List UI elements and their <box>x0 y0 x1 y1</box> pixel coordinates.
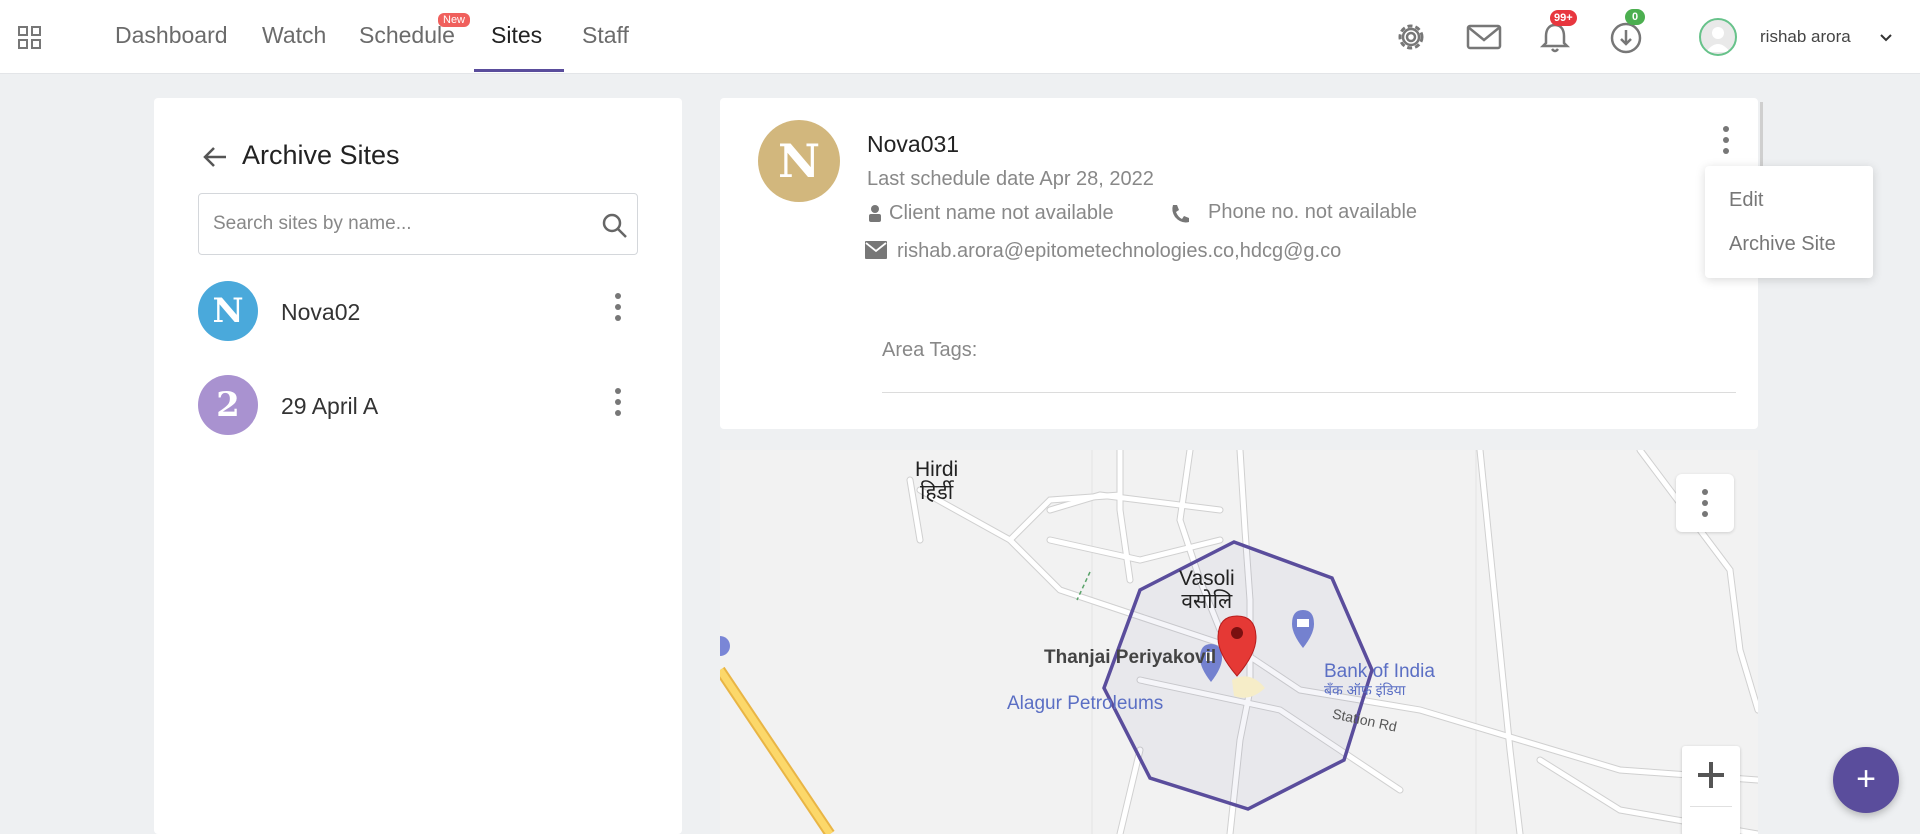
map-label-text: Vasoli <box>1179 567 1235 590</box>
map-label-text: Hirdi <box>915 458 959 481</box>
map-label-text: वसोलि <box>1181 590 1233 613</box>
map-canvas <box>720 450 1758 834</box>
nav-watch[interactable]: Watch <box>262 22 326 49</box>
map-label-temple[interactable]: Thanjai Periyakovil <box>1044 647 1216 669</box>
email-addresses: rishab.arora@epitometechnologies.co,hdcg… <box>897 240 1342 262</box>
user-name[interactable]: rishab arora <box>1760 27 1851 47</box>
map-label-text: हिर्डी <box>919 481 954 504</box>
more-options-icon[interactable] <box>613 292 623 322</box>
divider <box>1690 806 1732 807</box>
site-avatar: N <box>198 281 258 341</box>
site-avatar: N <box>758 120 840 202</box>
menu-item-edit[interactable]: Edit <box>1729 189 1763 212</box>
mail-icon[interactable] <box>1464 17 1504 57</box>
list-item[interactable]: N Nova02 <box>198 281 638 345</box>
map-label-vasoli: Vasoli वसोलि <box>1179 567 1235 613</box>
chevron-down-icon[interactable] <box>1878 30 1894 46</box>
more-options-icon[interactable] <box>613 387 623 417</box>
search-box <box>198 193 638 255</box>
map-label-hirdi: Hirdi हिर्डी <box>915 458 958 504</box>
search-icon[interactable] <box>601 212 629 240</box>
divider <box>882 392 1736 393</box>
map-label-text: बँक ऑफ इंडिया <box>1324 682 1406 698</box>
map-label-text: Bank of India <box>1324 661 1435 682</box>
user-avatar[interactable] <box>1699 18 1737 56</box>
search-input[interactable] <box>213 210 583 238</box>
envelope-icon <box>865 241 887 259</box>
new-badge: New <box>438 13 471 27</box>
more-options-icon <box>1702 489 1708 517</box>
menu-item-archive-site[interactable]: Archive Site <box>1729 233 1836 256</box>
scrollbar[interactable] <box>1760 102 1763 170</box>
nav-sites[interactable]: Sites <box>491 22 542 49</box>
user-silhouette-icon <box>1706 27 1730 52</box>
download-count-badge: 0 <box>1625 9 1645 25</box>
last-schedule-date: Last schedule date Apr 28, 2022 <box>867 168 1154 190</box>
map-label-bank[interactable]: Bank of India बँक ऑफ इंडिया <box>1324 662 1435 700</box>
site-options-menu: Edit Archive Site <box>1705 166 1873 278</box>
more-options-icon[interactable] <box>1721 125 1731 155</box>
area-tags-label: Area Tags: <box>882 339 978 361</box>
notification-count-badge: 99+ <box>1550 10 1577 26</box>
add-site-button[interactable]: + <box>1833 747 1899 813</box>
client-name: Client name not available <box>889 202 1114 224</box>
zoom-in-button[interactable] <box>1682 746 1740 834</box>
gear-icon[interactable] <box>1391 17 1431 57</box>
active-tab-indicator <box>474 69 564 72</box>
site-name: Nova031 <box>867 131 960 157</box>
top-nav-bar: Dashboard Watch Schedule New Sites Staff… <box>0 0 1920 74</box>
back-arrow-icon[interactable] <box>200 142 230 172</box>
nav-dashboard[interactable]: Dashboard <box>115 22 228 49</box>
panel-title: Archive Sites <box>242 140 400 170</box>
phone-number: Phone no. not available <box>1208 201 1418 223</box>
site-name: 29 April A <box>281 393 379 419</box>
site-name: Nova02 <box>281 299 361 325</box>
phone-icon <box>1172 205 1189 223</box>
site-avatar: 2 <box>198 375 258 435</box>
map-options-button[interactable] <box>1676 474 1734 532</box>
site-map[interactable]: Hirdi हिर्डी Vasoli वसोलि Thanjai Periya… <box>720 450 1758 834</box>
archive-sites-panel: Archive Sites N Nova02 2 29 April A <box>154 98 682 834</box>
list-item[interactable]: 2 29 April A <box>198 375 638 439</box>
plus-icon <box>1698 762 1724 788</box>
site-detail-card: N Nova031 Last schedule date Apr 28, 202… <box>720 98 1758 429</box>
person-icon <box>869 205 881 222</box>
nav-staff[interactable]: Staff <box>582 22 629 49</box>
map-label-petrol[interactable]: Alagur Petroleums <box>1007 694 1163 713</box>
apps-grid-icon[interactable] <box>18 26 42 50</box>
